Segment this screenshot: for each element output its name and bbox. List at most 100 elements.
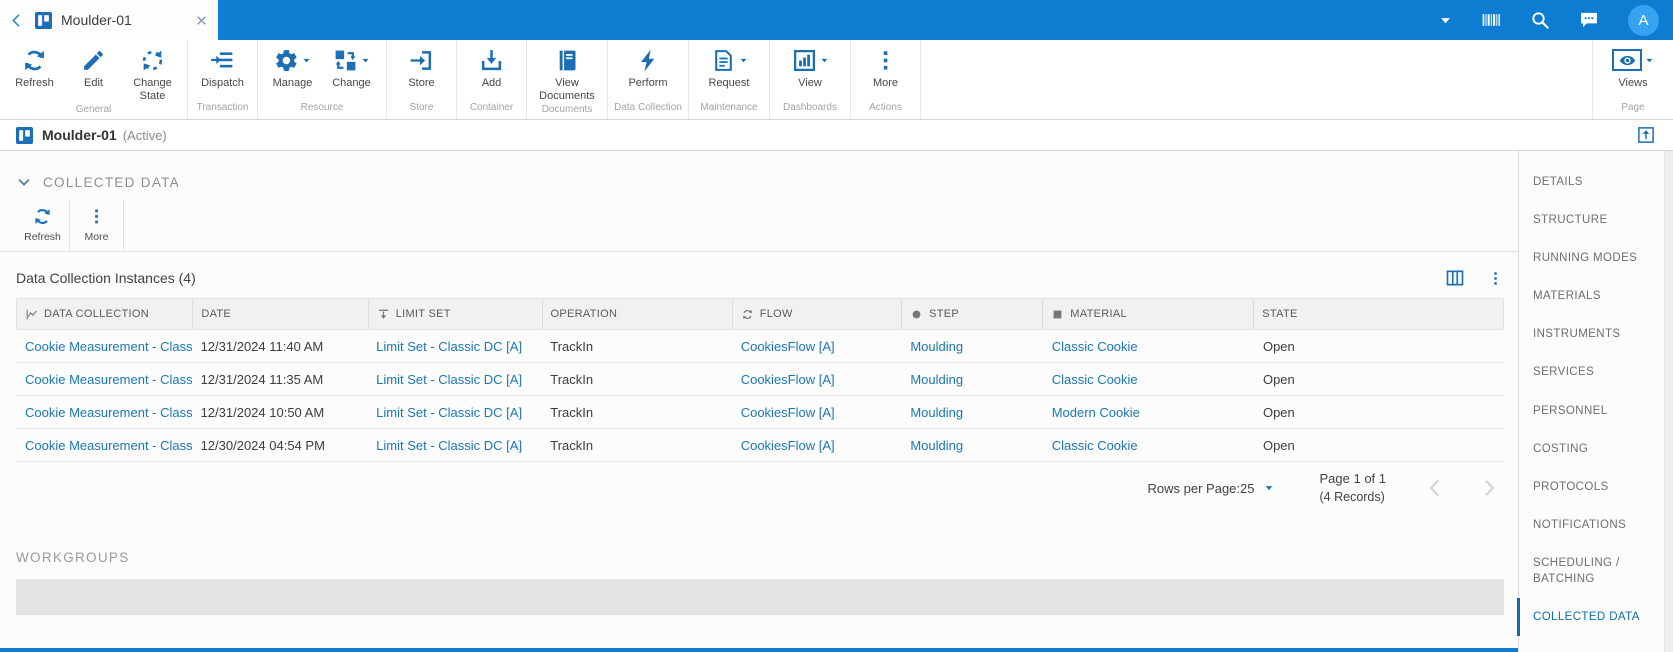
limit-set-link[interactable]: Limit Set - Classic DC [A]: [367, 372, 541, 387]
dispatch-button[interactable]: Dispatch: [193, 47, 252, 90]
flow-link[interactable]: CookiesFlow [A]: [732, 438, 902, 453]
material-link[interactable]: Modern Cookie: [1043, 405, 1254, 420]
sidebar-item-details[interactable]: DETAILS: [1517, 163, 1664, 201]
vertical-scrollbar[interactable]: [1664, 151, 1673, 652]
ribbon-group-container: Add Container: [457, 40, 527, 119]
search-icon[interactable]: [1530, 10, 1550, 30]
step-link[interactable]: Moulding: [901, 438, 1042, 453]
date-cell: 12/31/2024 11:40 AM: [200, 338, 324, 354]
circle-icon: [910, 308, 923, 321]
dispatch-icon: [210, 48, 235, 73]
column-header-limit-set[interactable]: LIMIT SET: [367, 299, 542, 329]
titlebar-spacer: [218, 0, 1439, 40]
sidebar-item-running-modes[interactable]: RUNNING MODES: [1517, 239, 1664, 277]
eye-icon-box: [1612, 49, 1642, 71]
ribbon-toolbar: Refresh Edit Change State General Dispat…: [0, 40, 1673, 120]
kebab-menu-icon: [873, 48, 898, 73]
column-header-state[interactable]: STATE: [1253, 299, 1503, 329]
sidebar-item-instruments[interactable]: INSTRUMENTS: [1517, 315, 1664, 353]
add-button[interactable]: Add: [462, 47, 521, 90]
sidebar-item-services[interactable]: SERVICES: [1517, 353, 1664, 391]
eye-icon: [1619, 52, 1636, 69]
sidebar-item-structure[interactable]: STRUCTURE: [1517, 201, 1664, 239]
date-cell: 12/31/2024 10:50 AM: [200, 404, 325, 420]
material-link[interactable]: Classic Cookie: [1043, 372, 1254, 387]
table-kebab-menu-icon[interactable]: [1487, 270, 1504, 287]
step-link[interactable]: Moulding: [901, 405, 1042, 420]
sidebar-item-costing[interactable]: COSTING: [1517, 430, 1664, 468]
back-chevron-icon[interactable]: [8, 12, 25, 29]
column-header-data-collection[interactable]: DATA COLLECTION: [17, 299, 192, 329]
avatar[interactable]: A: [1628, 4, 1659, 36]
barcode-scanner-icon[interactable]: [1481, 10, 1501, 30]
data-collection-link[interactable]: Cookie Measurement - Classi: [16, 405, 192, 420]
column-header-material[interactable]: MATERIAL: [1042, 299, 1253, 329]
square-icon: [1051, 308, 1064, 321]
date-cell: 12/30/2024 04:54 PM: [200, 437, 325, 453]
view-dashboards-button[interactable]: View: [775, 47, 845, 90]
ribbon-group-label: Resource: [300, 102, 344, 113]
change-button[interactable]: Change: [322, 47, 381, 90]
views-button[interactable]: Views: [1598, 47, 1668, 90]
refresh-button[interactable]: Refresh: [16, 199, 70, 251]
refresh-button[interactable]: Refresh: [5, 47, 64, 90]
main-area: COLLECTED DATA Refresh More Data Collect…: [0, 151, 1673, 652]
tab-moulder-01[interactable]: Moulder-01: [0, 0, 218, 40]
sidebar-item-collected-data[interactable]: COLLECTED DATA: [1517, 598, 1664, 637]
more-button[interactable]: More: [70, 199, 124, 251]
column-header-flow[interactable]: FLOW: [731, 299, 901, 329]
ribbon-group-label: Page: [1621, 102, 1645, 113]
ribbon-group-resource: Manage Change Resource: [258, 40, 387, 119]
chevron-down-icon[interactable]: [16, 174, 32, 190]
store-button[interactable]: Store: [392, 47, 451, 90]
entity-status: (Active): [122, 127, 167, 143]
limit-set-link[interactable]: Limit Set - Classic DC [A]: [367, 438, 541, 453]
data-collection-instances-table: DATA COLLECTION DATE LIMIT SET OPERATION: [16, 298, 1504, 462]
expand-panel-icon[interactable]: [1637, 126, 1655, 144]
operation-cell: TrackIn: [550, 437, 594, 453]
swap-squares-icon: [333, 48, 358, 73]
page-info: Page 1 of 1 (4 Records): [1319, 470, 1387, 505]
rows-per-page-select[interactable]: Rows per Page:25: [1148, 481, 1274, 496]
data-collection-link[interactable]: Cookie Measurement - Classi: [16, 339, 192, 354]
column-header-step[interactable]: STEP: [901, 299, 1042, 329]
sidebar-item-scheduling-batching[interactable]: SCHEDULING / BATCHING: [1517, 544, 1664, 598]
sidebar-item-personnel[interactable]: PERSONNEL: [1517, 392, 1664, 430]
perform-button[interactable]: Perform: [613, 47, 683, 90]
chat-icon[interactable]: [1579, 10, 1599, 30]
edit-button[interactable]: Edit: [64, 47, 123, 90]
column-header-date[interactable]: DATE: [192, 299, 367, 329]
collected-data-section-header[interactable]: COLLECTED DATA: [0, 151, 1518, 197]
data-collection-link[interactable]: Cookie Measurement - Classi: [16, 438, 192, 453]
sidebar-item-notifications[interactable]: NOTIFICATIONS: [1517, 506, 1664, 544]
operation-cell: TrackIn: [550, 338, 594, 354]
step-link[interactable]: Moulding: [901, 339, 1042, 354]
manage-button[interactable]: Manage: [263, 47, 322, 90]
state-cell: Open: [1262, 404, 1295, 420]
more-button[interactable]: More: [856, 47, 915, 90]
change-state-button[interactable]: Change State: [123, 47, 182, 102]
ribbon-group-general: Refresh Edit Change State General: [0, 40, 188, 119]
flow-link[interactable]: CookiesFlow [A]: [732, 339, 902, 354]
request-button[interactable]: Request: [694, 47, 764, 90]
sidebar-item-protocols[interactable]: PROTOCOLS: [1517, 468, 1664, 506]
operation-cell: TrackIn: [550, 404, 594, 420]
limit-set-link[interactable]: Limit Set - Classic DC [A]: [367, 405, 541, 420]
tab-close-icon[interactable]: [195, 14, 208, 27]
ribbon-group-label: Data Collection: [614, 102, 682, 113]
step-link[interactable]: Moulding: [901, 372, 1042, 387]
manage-columns-icon[interactable]: [1445, 268, 1465, 288]
limit-set-link[interactable]: Limit Set - Classic DC [A]: [367, 339, 541, 354]
material-link[interactable]: Classic Cookie: [1043, 438, 1254, 453]
next-page-icon[interactable]: [1478, 477, 1500, 499]
sidebar-item-materials[interactable]: MATERIALS: [1517, 277, 1664, 315]
flow-link[interactable]: CookiesFlow [A]: [732, 405, 902, 420]
view-documents-button[interactable]: View Documents: [532, 47, 602, 102]
kebab-menu-icon: [87, 207, 106, 226]
flow-link[interactable]: CookiesFlow [A]: [732, 372, 902, 387]
column-header-operation[interactable]: OPERATION: [541, 299, 732, 329]
data-collection-link[interactable]: Cookie Measurement - Classi: [16, 372, 192, 387]
titlebar-dropdown-caret-icon[interactable]: [1439, 14, 1452, 27]
material-link[interactable]: Classic Cookie: [1043, 339, 1254, 354]
previous-page-icon[interactable]: [1424, 477, 1446, 499]
